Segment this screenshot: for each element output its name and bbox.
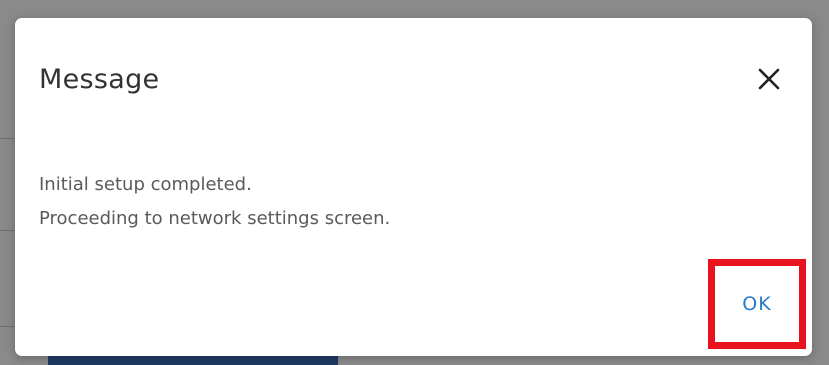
background-divider: [0, 230, 14, 231]
message-line: Initial setup completed.: [39, 174, 252, 195]
message-dialog: Message Initial setup completed. Proceed…: [15, 18, 812, 356]
background-divider: [0, 138, 14, 139]
dialog-message: Initial setup completed. Proceeding to n…: [39, 168, 390, 236]
dialog-title: Message: [39, 64, 160, 95]
close-icon: [756, 66, 782, 92]
message-line: Proceeding to network settings screen.: [39, 208, 391, 229]
ok-button-highlight: OK: [708, 259, 806, 349]
close-button[interactable]: [756, 66, 782, 92]
ok-button[interactable]: OK: [715, 266, 799, 342]
background-divider: [0, 326, 14, 327]
